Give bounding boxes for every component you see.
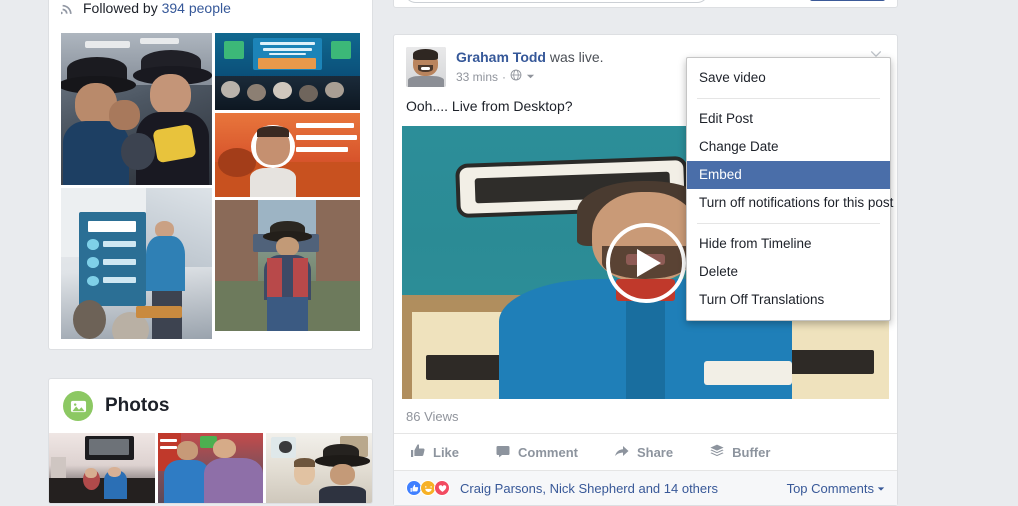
post-header-text: Graham Todd was live. 33 mins · (456, 47, 604, 87)
mosaic-right-column (214, 33, 360, 339)
post-author-link[interactable]: Graham Todd (456, 49, 546, 65)
comment-label: Comment (518, 444, 578, 460)
composer-card (393, 0, 898, 8)
play-icon[interactable] (605, 222, 686, 303)
composer-input[interactable] (404, 0, 709, 3)
photo-thumb-lounge[interactable] (49, 433, 155, 503)
composer-post-button[interactable] (810, 0, 885, 1)
caret-down-icon (877, 481, 885, 496)
photo-thumb-cowboy-hat[interactable] (266, 433, 372, 503)
left-sidebar: Former Multi tasking van driver! at Unde… (48, 0, 373, 504)
mosaic-left-column (61, 33, 212, 339)
menu-item-edit-post[interactable]: Edit Post (687, 105, 890, 133)
menu-item-embed[interactable]: Embed (687, 161, 890, 189)
menu-item-delete[interactable]: Delete (687, 258, 890, 286)
menu-item-change-date[interactable]: Change Date (687, 133, 890, 161)
intro-row-followers: Followed by 394 people (61, 0, 360, 23)
post-action-bar: Like Comment Share Buffer (394, 433, 897, 470)
intro-followers-prefix: Followed by (83, 0, 162, 16)
reaction-stack[interactable] (406, 480, 450, 496)
comments-sort-selector[interactable]: Top Comments (787, 481, 885, 496)
intro-card: Former Multi tasking van driver! at Unde… (48, 0, 373, 350)
reaction-summary: Craig Parsons, Nick Shepherd and 14 othe… (406, 480, 718, 496)
buffer-layers-icon (709, 443, 725, 462)
menu-item-save-video[interactable]: Save video (687, 64, 890, 92)
menu-separator (697, 98, 880, 99)
intro-rows: Former Multi tasking van driver! at Unde… (49, 0, 372, 27)
post-comment-bar: Craig Parsons, Nick Shepherd and 14 othe… (394, 470, 897, 505)
post-meta-separator: · (502, 70, 507, 84)
avatar[interactable] (406, 47, 446, 87)
love-reaction-icon (434, 480, 450, 496)
comment-bubble-icon (495, 443, 511, 462)
menu-separator (697, 223, 880, 224)
post-context-menu: Save video Edit Post Change Date Embed T… (686, 57, 893, 321)
thumbs-up-icon (410, 443, 426, 462)
menu-item-hide-from-timeline[interactable]: Hide from Timeline (687, 230, 890, 258)
photos-icon (63, 391, 93, 421)
rss-icon (61, 0, 83, 15)
facebook-profile-page: Former Multi tasking van driver! at Unde… (0, 0, 1018, 506)
photo-thumb-two-men[interactable] (157, 433, 264, 503)
post-action-text: was live. (549, 49, 604, 65)
intro-followers-link[interactable]: 394 people (162, 0, 231, 16)
mosaic-photo-conference[interactable] (214, 33, 360, 110)
post-meta: 33 mins · (456, 68, 604, 86)
share-button[interactable]: Share (610, 438, 681, 467)
photos-thumbnail-grid (49, 433, 372, 503)
video-view-count: 86 Views (406, 409, 459, 424)
mosaic-photo-digital-banner[interactable] (214, 113, 360, 197)
mosaic-photo-hats[interactable] (61, 33, 212, 185)
menu-item-turn-off-translations[interactable]: Turn Off Translations (687, 286, 890, 314)
like-label: Like (433, 444, 460, 460)
reactor-names[interactable]: Craig Parsons, Nick Shepherd and 14 othe… (460, 481, 718, 496)
share-arrow-icon (614, 443, 630, 462)
menu-item-turn-off-notifications[interactable]: Turn off notifications for this post (687, 189, 893, 217)
buffer-button[interactable]: Buffer (705, 438, 778, 467)
like-button[interactable]: Like (406, 438, 467, 467)
photos-card-header: Photos (49, 379, 372, 433)
buffer-label: Buffer (732, 444, 771, 460)
mosaic-photo-stage-talk[interactable] (61, 188, 212, 339)
caret-down-icon[interactable] (526, 68, 535, 86)
globe-icon[interactable] (510, 68, 522, 86)
share-label: Share (636, 444, 674, 460)
mosaic-photo-outdoor[interactable] (214, 200, 360, 331)
intro-followers-text: Followed by 394 people (83, 0, 360, 17)
photo-mosaic (49, 33, 372, 339)
photos-title: Photos (105, 395, 170, 416)
photos-card: Photos (48, 378, 373, 504)
post-timestamp[interactable]: 33 mins (456, 68, 498, 86)
comment-button[interactable]: Comment (491, 438, 586, 467)
comments-sort-label: Top Comments (786, 480, 874, 496)
